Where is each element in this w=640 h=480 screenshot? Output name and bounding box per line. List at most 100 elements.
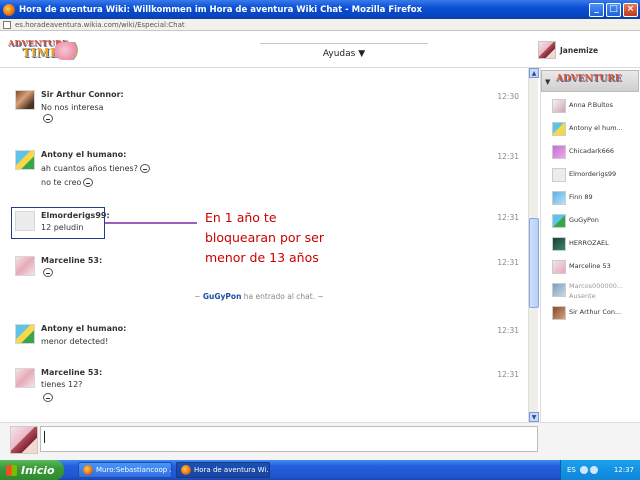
chat-message: Marceline 53: tienes 12? 12:31	[15, 368, 519, 408]
avatar[interactable]	[15, 90, 35, 110]
avatar[interactable]	[15, 256, 35, 276]
user-list-item[interactable]: Finn 89	[541, 188, 639, 211]
message-author[interactable]: Sir Arthur Connor:	[41, 90, 124, 99]
logo-characters-image	[54, 42, 84, 60]
scrollbar-thumb[interactable]	[529, 218, 539, 308]
user-name: Marcos000000...	[569, 282, 624, 290]
emoticon-icon	[43, 393, 53, 402]
adventure-time-logo[interactable]: ADVENTURE TIME	[8, 38, 86, 64]
message-text: ah cuantos años tienes?	[41, 164, 150, 173]
ayudas-dropdown[interactable]: Ayudas ▼	[260, 43, 428, 63]
clock[interactable]: 12:37	[614, 466, 634, 474]
message-text-line: no te creo	[41, 178, 82, 187]
avatar	[552, 283, 566, 297]
user-list: Anna P.Bultos Antony el hum... Chicadark…	[541, 96, 639, 326]
firefox-icon	[83, 465, 93, 475]
start-button[interactable]: Inicio	[0, 460, 64, 480]
scroll-up-arrow-icon[interactable]: ▲	[529, 68, 539, 78]
message-time: 12:30	[497, 92, 519, 101]
message-author[interactable]: Antony el humano:	[41, 324, 126, 333]
message-emoticon	[41, 268, 53, 277]
language-indicator[interactable]: ES	[567, 466, 576, 474]
user-name: Sir Arthur Con...	[569, 308, 622, 316]
firefox-icon	[181, 465, 191, 475]
chat-log: Sir Arthur Connor: No nos interesa 12:30…	[7, 70, 527, 420]
chat-message: Antony el humano: ah cuantos años tienes…	[15, 150, 519, 190]
annotation-connector-line	[105, 222, 197, 224]
avatar	[552, 99, 566, 113]
avatar	[552, 191, 566, 205]
highlight-box	[11, 207, 105, 239]
user-list-item[interactable]: Anna P.Bultos	[541, 96, 639, 119]
maximize-button[interactable]: □	[606, 2, 621, 17]
network-icon[interactable]	[579, 466, 588, 474]
text-caret	[44, 431, 45, 443]
message-time: 12:31	[497, 326, 519, 335]
message-time: 12:31	[497, 370, 519, 379]
message-input[interactable]	[40, 426, 538, 452]
current-user[interactable]: Janemize	[538, 40, 638, 60]
taskbar-item-label: Hora de aventura Wi...	[194, 466, 270, 474]
user-list-item[interactable]: Marcos000000... Ausente	[541, 280, 639, 303]
chat-scrollbar[interactable]: ▲ ▼	[528, 68, 539, 422]
taskbar-item-label: Muro:Sebastiancoop ...	[96, 466, 172, 474]
taskbar-item[interactable]: Hora de aventura Wi...	[176, 462, 270, 478]
user-list-item[interactable]: HERROZAEL	[541, 234, 639, 257]
message-author[interactable]: Marceline 53:	[41, 256, 102, 265]
avatar	[552, 122, 566, 136]
user-name: Antony el hum...	[569, 124, 623, 132]
message-text-line: ah cuantos años tienes?	[41, 164, 138, 173]
start-label: Inicio	[21, 463, 55, 477]
avatar	[552, 145, 566, 159]
message-time: 12:31	[497, 258, 519, 267]
avatar[interactable]	[15, 324, 35, 344]
room-header[interactable]: ▼ ADVENTURE	[541, 70, 639, 92]
close-button[interactable]: ×	[623, 2, 638, 17]
user-name: Chicadark666	[569, 147, 614, 155]
avatar	[552, 237, 566, 251]
message-emoticon	[41, 393, 53, 402]
message-text: tienes 12?	[41, 380, 83, 389]
window-title-bar: Hora de aventura Wiki: Willkommen im Hor…	[0, 0, 640, 19]
avatar	[10, 426, 38, 454]
scroll-down-arrow-icon[interactable]: ▼	[529, 412, 539, 422]
window-title: Hora de aventura Wiki: Willkommen im Hor…	[19, 4, 423, 15]
system-message-user[interactable]: GuGyPon	[203, 292, 242, 301]
emoticon-icon	[43, 268, 53, 277]
taskbar-item[interactable]: Muro:Sebastiancoop ...	[78, 462, 172, 478]
page-icon	[3, 20, 11, 29]
user-list-item[interactable]: GuGyPon	[541, 211, 639, 234]
address-bar[interactable]: es.horadeaventura.wikia.com/wiki/Especia…	[0, 19, 640, 31]
message-text: menor detected!	[41, 337, 109, 346]
user-list-item[interactable]: Elmorderigs99	[541, 165, 639, 188]
user-name: Marceline 53	[569, 262, 611, 270]
user-name: HERROZAEL	[569, 239, 609, 247]
url-text[interactable]: es.horadeaventura.wikia.com/wiki/Especia…	[15, 21, 185, 29]
user-list-item[interactable]: Chicadark666	[541, 142, 639, 165]
emoticon-icon	[83, 178, 94, 187]
avatar[interactable]	[15, 368, 35, 388]
volume-icon[interactable]	[589, 466, 598, 474]
firefox-icon	[3, 3, 15, 16]
collapse-arrow-icon[interactable]: ▼	[545, 78, 550, 86]
windows-flag-icon	[6, 464, 17, 476]
user-list-item[interactable]: Antony el hum...	[541, 119, 639, 142]
system-message-text: ha entrado al chat. ~	[241, 292, 324, 301]
chat-header: ADVENTURE TIME Ayudas ▼ Janemize	[0, 32, 640, 68]
user-list-item[interactable]: Sir Arthur Con...	[541, 303, 639, 326]
system-message: ~ GuGyPon ha entrado al chat. ~	[7, 292, 511, 301]
avatar[interactable]	[15, 150, 35, 170]
user-name: Anna P.Bultos	[569, 101, 614, 109]
avatar	[552, 260, 566, 274]
user-name: Finn 89	[569, 193, 593, 201]
message-time: 12:31	[497, 152, 519, 161]
message-author[interactable]: Marceline 53:	[41, 368, 102, 377]
windows-taskbar: Inicio Muro:Sebastiancoop ... Hora de av…	[0, 460, 640, 480]
chat-message: Antony el humano: menor detected! 12:31	[15, 324, 519, 364]
message-time: 12:31	[497, 213, 519, 222]
user-list-item[interactable]: Marceline 53	[541, 257, 639, 280]
message-author[interactable]: Antony el humano:	[41, 150, 126, 159]
user-name: GuGyPon	[569, 216, 599, 224]
minimize-button[interactable]: _	[589, 2, 604, 17]
window-controls: _ □ ×	[589, 2, 638, 17]
